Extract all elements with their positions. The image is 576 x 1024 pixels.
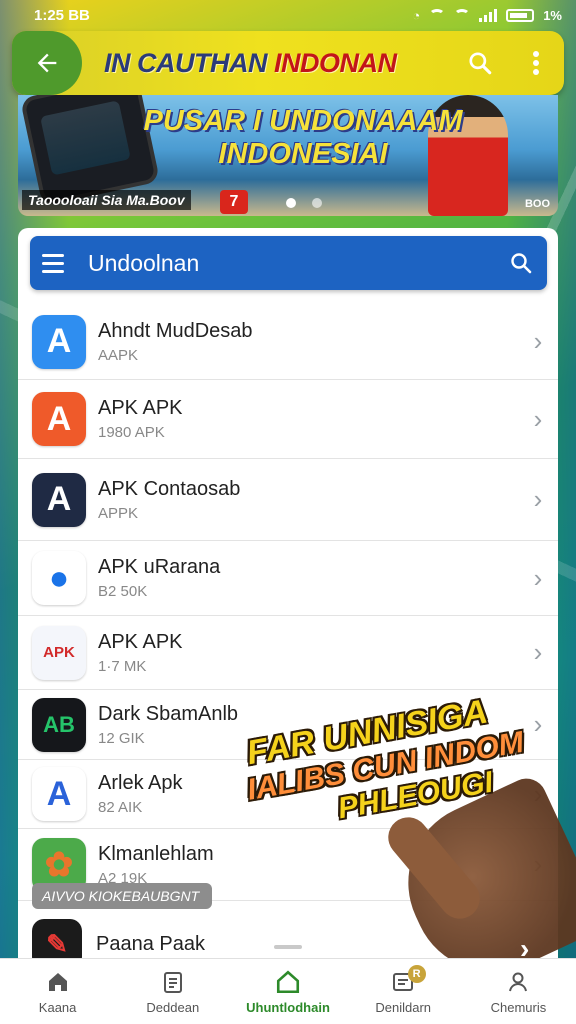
app-icon-glyph: ● <box>48 558 70 597</box>
list-header-title: Undoolnan <box>88 249 200 276</box>
app-icon: A <box>32 767 86 821</box>
app-name: Ahndt MudDesab <box>98 319 253 342</box>
back-button[interactable] <box>12 31 82 95</box>
list-item[interactable]: ● APK uRarana B2 50K › <box>18 541 558 616</box>
carousel-dot-2[interactable] <box>312 198 322 208</box>
nav-item-label: Chemuris <box>490 1000 547 1015</box>
home-icon <box>43 968 73 996</box>
nav-item-kaana[interactable]: Kaana <box>0 959 115 1024</box>
app-size: AAPK <box>98 346 139 364</box>
section-label: AIVVO KIOKEBAUBGNT <box>32 883 212 909</box>
app-size: 1980 APK <box>98 424 165 441</box>
app-icon-glyph: A <box>46 322 72 360</box>
wifi-icon-2 <box>454 9 471 21</box>
banner-caption: Taoooloaii Sia Ma.Boov <box>22 190 191 210</box>
chevron-right-icon[interactable]: › <box>518 404 558 435</box>
banner-headline-line2: INDONESIAI <box>218 138 388 170</box>
app-icon-glyph: A <box>46 774 72 813</box>
app-size: 1·7 MK <box>98 657 147 675</box>
signal-icon <box>479 8 498 22</box>
chevron-right-icon[interactable]: › <box>518 563 558 594</box>
app-name: APK APK <box>98 397 183 419</box>
status-time: 1:25 BB <box>34 6 90 24</box>
list-item[interactable]: APK APK APK 1·7 MK › <box>18 616 558 690</box>
app-name: APK uRarana <box>98 556 221 578</box>
promo-banner[interactable]: PUSAR I UNDONAAAM INDONESIAI Taoooloaii … <box>18 95 558 216</box>
battery-text: 1% <box>543 7 562 23</box>
more-vert-icon <box>533 51 539 75</box>
app-size: B2 50K <box>98 583 148 600</box>
wifi-icon <box>429 9 446 21</box>
list-search-button[interactable] <box>495 236 547 290</box>
app-icon: APK <box>32 625 86 680</box>
app-icon-glyph: A <box>46 399 72 438</box>
nav-item-label: Kaana <box>38 1000 77 1015</box>
app-icon: A <box>32 392 86 446</box>
app-icon-glyph: ✿ <box>44 845 74 884</box>
list-item-text: APK Contaosab APPK <box>98 478 518 522</box>
bottom-navigation: Kaana Deddean Uhuntlodhain Denildarn R Chemur… <box>0 958 576 1024</box>
profile-icon <box>503 968 533 996</box>
app-icon: ● <box>32 551 86 605</box>
chevron-right-icon[interactable]: › <box>518 709 558 740</box>
document-icon <box>158 968 188 996</box>
app-title-part2: CAUTHAN <box>130 47 274 78</box>
list-item[interactable]: A APK APK 1980 APK › <box>18 380 558 459</box>
app-icon-glyph: APK <box>43 644 75 661</box>
search-icon <box>469 52 492 75</box>
app-title-part3: INDONAN <box>274 47 397 78</box>
download-home-icon <box>273 968 303 996</box>
chevron-right-icon[interactable]: › <box>518 637 558 668</box>
list-item[interactable]: A Ahndt MudDesab AAPK › <box>18 304 558 380</box>
more-button[interactable] <box>508 31 564 95</box>
battery-icon <box>506 8 535 22</box>
nav-item-label: Uhuntlodhain <box>246 1000 330 1015</box>
status-icons: ◔ 1% <box>412 8 562 23</box>
app-name: Paana Paak <box>96 932 205 955</box>
arrow-left-icon <box>37 53 57 73</box>
chevron-right-icon[interactable]: › <box>518 484 558 515</box>
app-title-part1: IN <box>104 47 131 78</box>
drag-handle[interactable] <box>274 945 302 949</box>
list-item-text: Ahndt MudDesab AAPK <box>98 320 518 364</box>
list-item-text: APK uRarana B2 50K <box>98 556 518 600</box>
menu-button[interactable] <box>30 236 76 290</box>
nav-item-denildarn[interactable]: Denildarn R <box>346 959 461 1024</box>
app-name: APK Contaosab <box>98 477 241 500</box>
app-icon-glyph: A <box>46 480 72 518</box>
app-icon-glyph: AB <box>43 711 75 737</box>
nav-item-label: Denildarn <box>375 1000 432 1015</box>
banner-logo: 7 <box>220 190 248 214</box>
app-title: IN CAUTHAN INDONAN <box>82 48 452 79</box>
banner-corner-text: BOO <box>524 198 550 210</box>
list-item-text: APK APK 1980 APK <box>98 397 518 441</box>
banner-headline-line1: PUSAR I UNDONAAAM <box>143 105 463 137</box>
app-icon: A <box>32 314 86 369</box>
top-app-bar: IN CAUTHAN INDONAN <box>12 31 564 95</box>
nav-item-uhuntlodhain[interactable]: Uhuntlodhain <box>230 959 345 1024</box>
search-button[interactable] <box>452 31 508 95</box>
list-header-bar: Undoolnan <box>30 236 547 290</box>
app-icon: AB <box>32 697 86 752</box>
chevron-right-icon[interactable]: › <box>518 326 558 357</box>
nav-item-label: Deddean <box>146 1000 200 1015</box>
app-icon-glyph: ✎ <box>46 928 68 959</box>
search-icon <box>511 253 532 274</box>
nav-item-deddean[interactable]: Deddean <box>115 959 230 1024</box>
carousel-dot-1[interactable] <box>286 198 296 208</box>
app-size: APPK <box>98 504 139 522</box>
list-item[interactable]: A APK Contaosab APPK › <box>18 459 558 541</box>
app-name: APK APK <box>98 630 183 653</box>
nav-item-chemuris[interactable]: Chemuris <box>461 959 576 1024</box>
list-item-text: APK APK 1·7 MK <box>98 631 518 675</box>
nav-badge: R <box>407 965 426 983</box>
banner-headline: PUSAR I UNDONAAAM INDONESIAI <box>138 105 468 171</box>
app-icon: A <box>32 472 86 527</box>
alarm-icon: ◔ <box>412 7 421 23</box>
carousel-dots[interactable] <box>286 198 322 208</box>
status-bar: 1:25 BB ◔ 1% <box>0 0 576 30</box>
